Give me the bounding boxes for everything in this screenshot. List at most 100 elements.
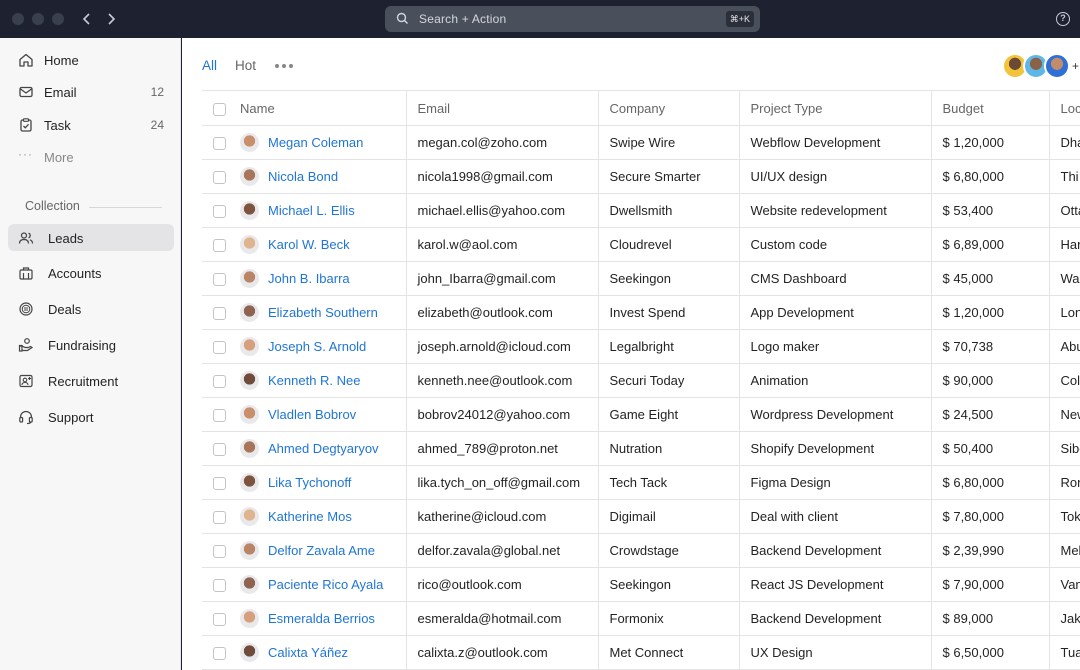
table-row[interactable]: Joseph S. Arnold joseph.arnold@icloud.com…: [202, 329, 1080, 364]
table-row[interactable]: Delfor Zavala Ame delfor.zavala@global.ne…: [202, 533, 1080, 568]
help-circle-icon[interactable]: ?: [1056, 12, 1070, 26]
table-row[interactable]: Vladlen Bobrov bobrov24012@yahoo.com Game …: [202, 397, 1080, 432]
row-checkbox[interactable]: [213, 579, 226, 593]
company-cell: Swipe Wire: [597, 125, 739, 160]
lead-name-link[interactable]: Joseph S. Arnold: [268, 339, 366, 354]
row-checkbox[interactable]: [213, 409, 226, 423]
column-header-location[interactable]: Loc: [1048, 90, 1080, 126]
table-row[interactable]: Calixta Yáñez calixta.z@outlook.com Met Co…: [202, 635, 1080, 670]
row-checkbox[interactable]: [213, 613, 226, 627]
close-window-button[interactable]: [12, 13, 24, 25]
name-cell: Delfor Zavala Ame: [236, 533, 406, 568]
maximize-window-button[interactable]: [52, 13, 64, 25]
table-row[interactable]: Paciente Rico Ayala rico@outlook.com Seeki…: [202, 567, 1080, 602]
row-checkbox[interactable]: [213, 545, 226, 559]
lead-name-link[interactable]: Nicola Bond: [268, 169, 338, 184]
search-bar[interactable]: Search + Action ⌘+K: [385, 6, 760, 32]
project-cell: Website redevelopment: [738, 193, 931, 228]
row-checkbox[interactable]: [213, 477, 226, 491]
lead-name-link[interactable]: Paciente Rico Ayala: [268, 577, 383, 592]
table-row[interactable]: John B. Ibarra john_Ibarra@gmail.com Seeki…: [202, 261, 1080, 296]
sidebar-item-home[interactable]: Home: [8, 46, 174, 73]
row-checkbox[interactable]: [213, 239, 226, 253]
row-checkbox[interactable]: [213, 273, 226, 287]
row-checkbox[interactable]: [213, 205, 226, 219]
company-cell: Secure Smarter: [597, 159, 739, 194]
lead-name-link[interactable]: Megan Coleman: [268, 135, 363, 150]
lead-name-link[interactable]: Esmeralda Berrios: [268, 611, 375, 626]
budget-cell: $ 50,400: [930, 431, 1049, 466]
company-cell: Dwellsmith: [597, 193, 739, 228]
lead-name-link[interactable]: John B. Ibarra: [268, 271, 350, 286]
table-row[interactable]: Elizabeth Southern elizabeth@outlook.com I…: [202, 295, 1080, 330]
table-row[interactable]: Karol W. Beck karol.w@aol.com Cloudrevel Cu…: [202, 227, 1080, 262]
lead-name-link[interactable]: Michael L. Ellis: [268, 203, 355, 218]
collaborator-avatars[interactable]: +: [1002, 53, 1079, 79]
table-row[interactable]: Katherine Mos katherine@icloud.com Digimai…: [202, 499, 1080, 534]
row-checkbox[interactable]: [213, 307, 226, 321]
sidebar-item-more[interactable]: ··· More: [8, 143, 174, 170]
tab-hot[interactable]: Hot: [235, 58, 256, 73]
table-row[interactable]: Nicola Bond nicola1998@gmail.com Secure Sm…: [202, 159, 1080, 194]
lead-name-link[interactable]: Karol W. Beck: [268, 237, 350, 252]
more-options-icon[interactable]: [275, 64, 293, 68]
sidebar-item-fundraising[interactable]: Fundraising: [8, 331, 174, 358]
tab-all[interactable]: All: [202, 58, 217, 73]
sidebar-item-recruitment[interactable]: Recruitment: [8, 367, 174, 394]
person: Joseph S. Arnold: [240, 337, 395, 356]
company-cell: Cloudrevel: [597, 227, 739, 262]
row-checkbox[interactable]: [213, 443, 226, 457]
project-cell: Backend Development: [738, 601, 931, 636]
minimize-window-button[interactable]: [32, 13, 44, 25]
column-header-email[interactable]: Email: [405, 90, 598, 126]
sidebar-item-task[interactable]: Task 24: [8, 111, 174, 138]
column-header-project-type[interactable]: Project Type: [738, 90, 931, 126]
column-header-name[interactable]: Name: [236, 90, 406, 126]
mail-icon: [19, 86, 33, 98]
column-header-budget[interactable]: Budget: [930, 90, 1049, 126]
project-cell: Figma Design: [738, 465, 931, 500]
email-cell: bobrov24012@yahoo.com: [405, 397, 598, 432]
lead-name-link[interactable]: Lika Tychonoff: [268, 475, 351, 490]
lead-name-link[interactable]: Elizabeth Southern: [268, 305, 378, 320]
lead-name-link[interactable]: Kenneth R. Nee: [268, 373, 361, 388]
budget-cell: $ 53,400: [930, 193, 1049, 228]
table-row[interactable]: Michael L. Ellis michael.ellis@yahoo.com D…: [202, 193, 1080, 228]
window-controls: [12, 13, 64, 25]
table-row[interactable]: Ahmed Degtyaryov ahmed_789@proton.net Nutr…: [202, 431, 1080, 466]
sidebar-item-support[interactable]: Support: [8, 403, 174, 430]
column-header-company[interactable]: Company: [597, 90, 739, 126]
table-row[interactable]: Megan Coleman megan.col@zoho.com Swipe Wir…: [202, 125, 1080, 160]
loc-cell: Sibe: [1048, 431, 1080, 466]
row-checkbox[interactable]: [213, 341, 226, 355]
table-row[interactable]: Esmeralda Berrios esmeralda@hotmail.com Fo…: [202, 601, 1080, 636]
select-all-checkbox[interactable]: [213, 102, 226, 116]
row-checkbox[interactable]: [213, 511, 226, 525]
chevron-right-icon[interactable]: [101, 9, 121, 29]
sidebar-item-accounts[interactable]: Accounts: [8, 259, 174, 286]
sidebar-item-email[interactable]: Email 12: [8, 78, 174, 105]
lead-name-link[interactable]: Delfor Zavala Ame: [268, 543, 375, 558]
row-checkbox[interactable]: [213, 137, 226, 151]
avatar: [240, 337, 259, 356]
sidebar-item-leads[interactable]: Leads: [8, 224, 174, 251]
loc-cell: Dha: [1048, 125, 1080, 160]
lead-name-link[interactable]: Vladlen Bobrov: [268, 407, 356, 422]
chevron-left-icon[interactable]: [77, 9, 97, 29]
loc-cell: Col: [1048, 363, 1080, 398]
row-checkbox[interactable]: [213, 171, 226, 185]
table-row[interactable]: Kenneth R. Nee kenneth.nee@outlook.com Sec…: [202, 363, 1080, 398]
loc-cell: Mel: [1048, 533, 1080, 568]
table-row[interactable]: Lika Tychonoff lika.tych_on_off@gmail.com…: [202, 465, 1080, 500]
loc-cell: Ron: [1048, 465, 1080, 500]
row-checkbox[interactable]: [213, 647, 226, 661]
lead-name-link[interactable]: Katherine Mos: [268, 509, 352, 524]
budget-cell: $ 6,80,000: [930, 465, 1049, 500]
row-checkbox[interactable]: [213, 375, 226, 389]
email-cell: karol.w@aol.com: [405, 227, 598, 262]
lead-name-link[interactable]: Calixta Yáñez: [268, 645, 348, 660]
sidebar-item-deals[interactable]: Deals: [8, 295, 174, 322]
email-cell: elizabeth@outlook.com: [405, 295, 598, 330]
avatar: [240, 405, 259, 424]
lead-name-link[interactable]: Ahmed Degtyaryov: [268, 441, 379, 456]
